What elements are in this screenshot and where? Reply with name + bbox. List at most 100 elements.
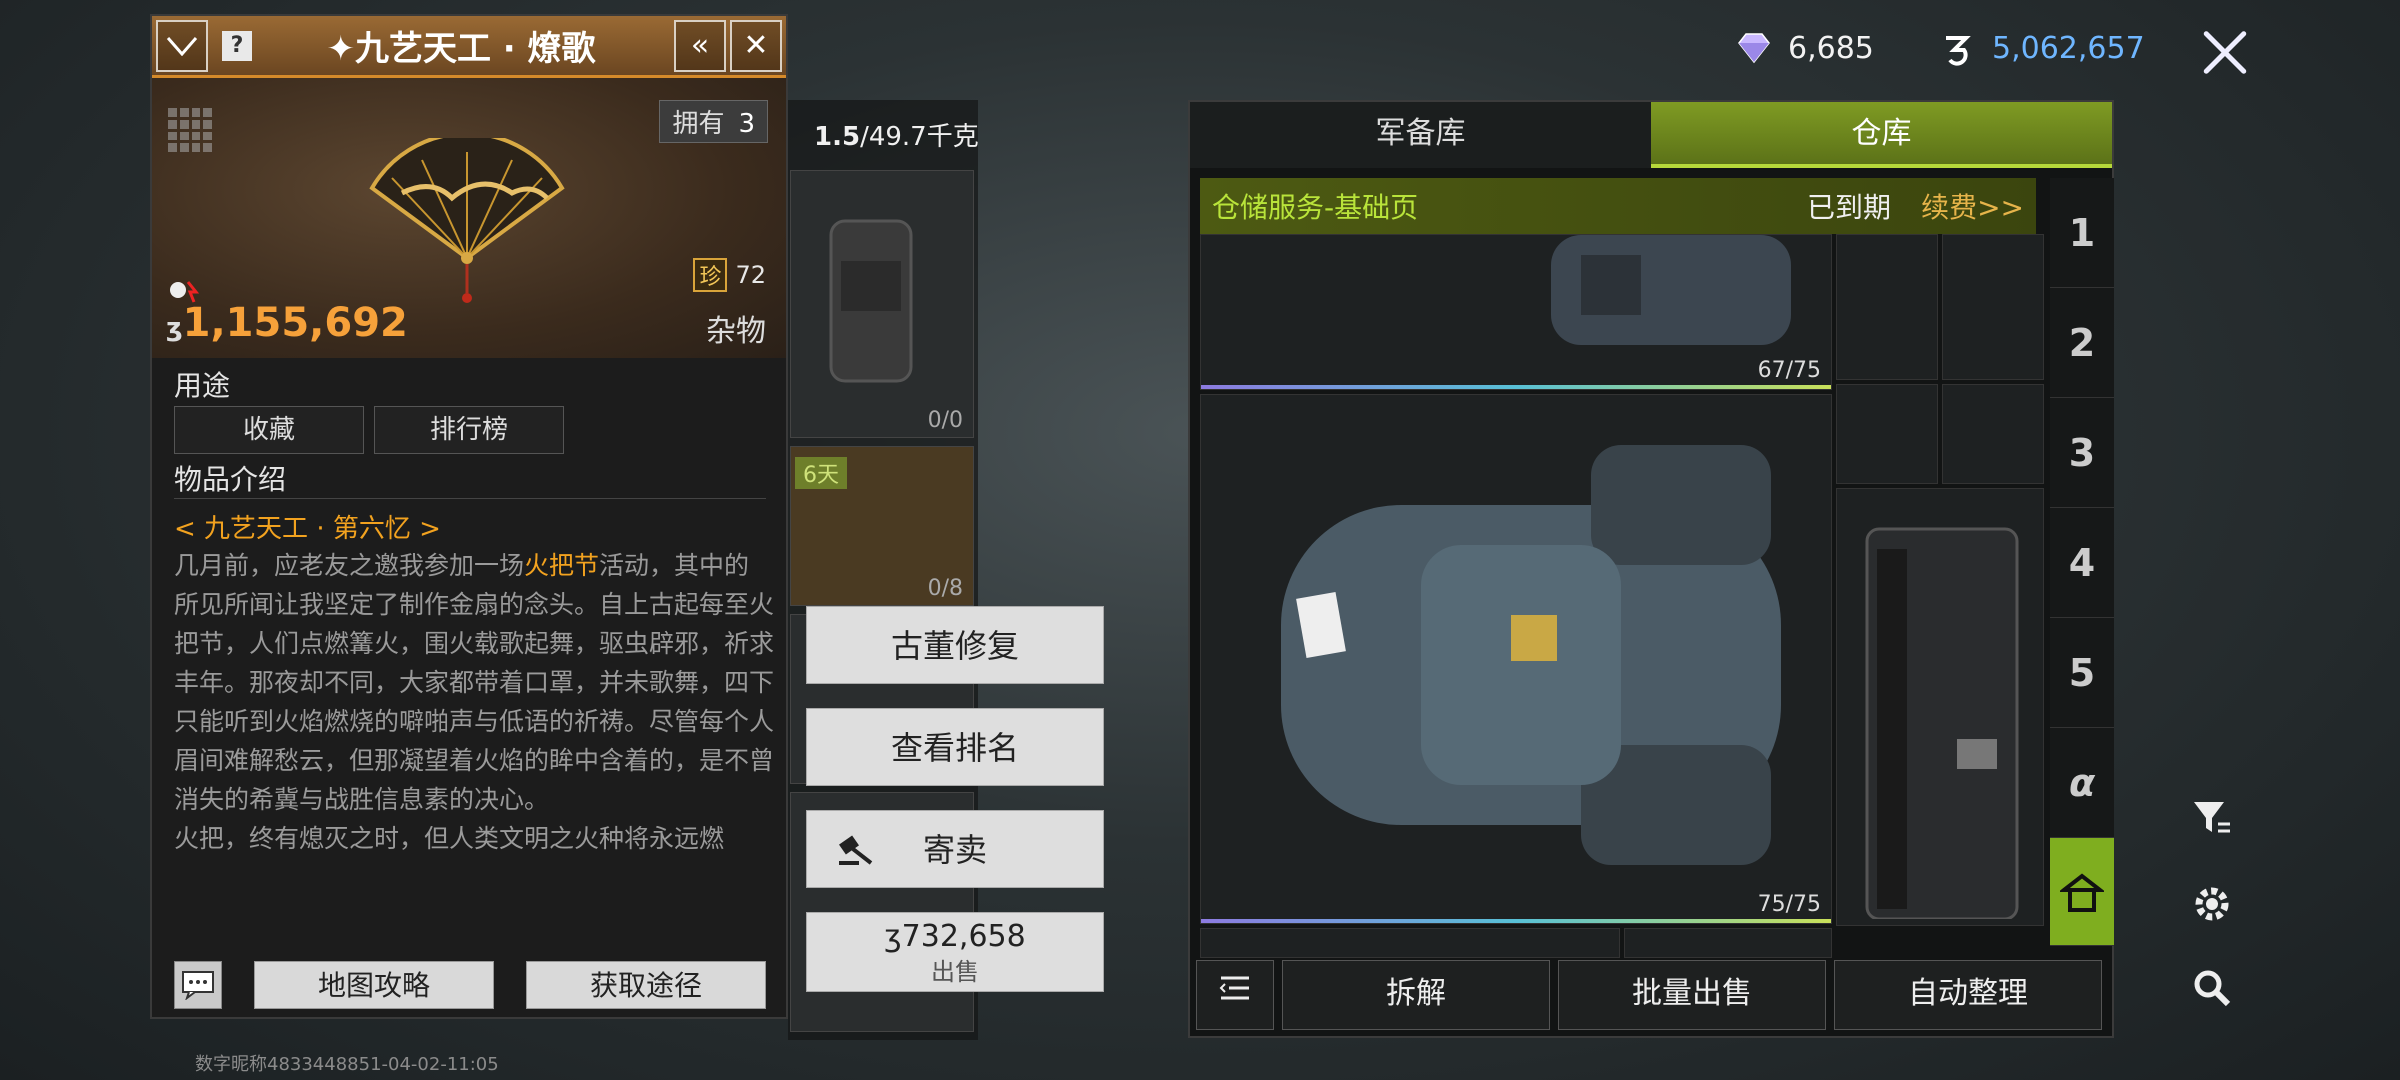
consign-label: 寄卖	[922, 831, 987, 869]
get-source-button[interactable]: 获取途径	[526, 961, 766, 1009]
intro-label: 物品介绍	[174, 458, 766, 499]
time-tag: 6天	[795, 457, 847, 489]
warehouse-home-icon	[2060, 872, 2104, 912]
warehouse-item-case[interactable]	[1836, 488, 2044, 926]
desc-part-1: 几月前，应老友之邀我参加一场	[174, 551, 525, 580]
use-label: 用途	[174, 369, 231, 402]
renew-link[interactable]: 续费>>	[1921, 186, 2024, 226]
tab-warehouse[interactable]: 仓库	[1651, 102, 2112, 168]
bag-durability: 67/75	[1757, 358, 1821, 383]
backpack-item-image	[829, 219, 913, 383]
list-icon	[1219, 976, 1249, 1000]
search-icon[interactable]	[2190, 966, 2234, 1010]
service-title: 仓储服务-基础页	[1212, 191, 1419, 224]
collapse-button[interactable]	[156, 19, 208, 72]
coin-icon: ʒ	[884, 919, 902, 954]
menu-button[interactable]	[1196, 960, 1274, 1030]
dismantle-button[interactable]: 拆解	[1282, 960, 1550, 1030]
page-tab-5[interactable]: 5	[2050, 618, 2114, 728]
sell-button[interactable]: ʒ732,658 出售	[806, 912, 1104, 992]
warehouse-tabs: 军备库 仓库	[1190, 102, 2112, 168]
gem-amount: 6,685	[1788, 30, 1874, 66]
warehouse-item-bag-1[interactable]: 67/75	[1200, 234, 1832, 390]
page-tab-1[interactable]: 1	[2050, 178, 2114, 288]
slot-count: 0/0	[927, 408, 963, 433]
owned-label: 拥有	[672, 109, 725, 139]
close-icon[interactable]	[2200, 28, 2250, 78]
item-price: ʒ1,155,692	[166, 300, 408, 346]
page-tab-3[interactable]: 3	[2050, 398, 2114, 508]
warehouse-cell[interactable]	[1942, 384, 2044, 484]
warehouse-cell[interactable]	[1836, 234, 1938, 380]
back-button[interactable]: «	[674, 19, 726, 72]
warehouse-footer: 拆解 批量出售 自动整理	[1196, 960, 2110, 1030]
chevron-down-icon	[166, 36, 198, 56]
page-tab-4[interactable]: 4	[2050, 508, 2114, 618]
help-button[interactable]: ?	[222, 30, 252, 61]
weight-current: 1.5	[814, 122, 861, 152]
sell-price: ʒ732,658	[807, 917, 1103, 957]
collect-button[interactable]: 收藏	[174, 406, 364, 454]
watermark: 数字昵称4833448851-04-02-11:05	[195, 1054, 499, 1075]
page-tab-2[interactable]: 2	[2050, 288, 2114, 398]
map-guide-button[interactable]: 地图攻略	[254, 961, 494, 1009]
desc-part-3: 火把，终有熄灭之时，但人类文明之火种将永远燃	[174, 824, 725, 853]
warehouse-page-tabs: 1 2 3 4 5 α	[2050, 178, 2114, 958]
view-ranking-button[interactable]: 查看排名	[806, 708, 1104, 786]
page-tab-home[interactable]	[2050, 838, 2114, 946]
warehouse-item-bag-2[interactable]: 75/75	[1200, 394, 1832, 924]
leaderboard-button[interactable]: 排行榜	[374, 406, 564, 454]
item-description: 几月前，应老友之邀我参加一场火把节活动，其中的所见所闻让我坚定了制作金扇的念头。…	[174, 546, 774, 876]
golden-fan-image	[369, 138, 565, 303]
sell-label: 出售	[931, 958, 979, 986]
coin-icon	[1946, 36, 1971, 66]
owned-badge: 拥有 3	[659, 100, 768, 143]
warehouse-cell[interactable]	[1836, 384, 1938, 484]
bag-image	[1551, 235, 1791, 345]
desc-highlight: 火把节	[524, 551, 600, 580]
item-category: 杂物	[706, 314, 766, 349]
page-tab-alpha[interactable]: α	[2050, 728, 2114, 838]
grid-size-icon	[168, 108, 212, 152]
mid-slot-1[interactable]: 0/0	[790, 170, 974, 438]
chapter-title: < 九艺天工 · 第六忆 >	[174, 514, 441, 544]
storage-service-bar: 仓储服务-基础页 已到期 续费>>	[1200, 178, 2036, 234]
slot-count: 0/8	[927, 576, 963, 601]
chat-button[interactable]	[174, 961, 222, 1009]
close-panel-button[interactable]: ✕	[730, 19, 782, 72]
warehouse-cell[interactable]	[1200, 928, 1620, 958]
coin-icon: ʒ	[166, 313, 183, 343]
item-hero: 拥有 3 ʒ1,155,692 珍 72 杂物	[152, 78, 786, 358]
item-price-value: 1,155,692	[182, 300, 408, 346]
gear-icon[interactable]	[2190, 882, 2234, 926]
consign-button[interactable]: 寄卖	[806, 810, 1104, 888]
weapon-case-image	[1865, 527, 2019, 919]
warehouse-cell[interactable]	[1942, 234, 2044, 380]
bulk-sell-button[interactable]: 批量出售	[1558, 960, 1826, 1030]
item-title: ✦九艺天工 · 燎歌	[326, 29, 596, 69]
weight-indicator: 1.5/49.7千克	[814, 116, 979, 153]
auto-sort-button[interactable]: 自动整理	[1834, 960, 2102, 1030]
coin-amount: 5,062,657	[1992, 30, 2145, 66]
warehouse-panel: 军备库 仓库 仓储服务-基础页 已到期 续费>> 67/75 75/75 1 2…	[1188, 100, 2114, 1038]
sell-price-value: 732,658	[901, 919, 1026, 954]
item-header: ? ✦九艺天工 · 燎歌 « ✕	[152, 16, 786, 78]
item-detail-panel: ? ✦九艺天工 · 燎歌 « ✕ 拥有 3 ʒ1,155,692 珍 72 杂物 用…	[150, 14, 788, 1019]
mid-slot-2[interactable]: 6天 0/8	[790, 446, 974, 606]
bag-durability: 75/75	[1757, 892, 1821, 917]
gem-icon	[1738, 33, 1770, 64]
item-title-text: 九艺天工 · 燎歌	[354, 29, 596, 69]
desc-part-2: 活动，其中的所见所闻让我坚定了制作金扇的念头。自上古起每至火把节，人们点燃篝火，…	[174, 551, 774, 814]
rarity-value: 72	[735, 261, 766, 289]
backpack-image	[1281, 445, 1781, 865]
gem-currency: 6,685	[1736, 30, 1874, 66]
antique-repair-button[interactable]: 古董修复	[806, 606, 1104, 684]
rarity: 珍 72	[693, 258, 766, 292]
coin-currency: 5,062,657	[1940, 30, 2145, 66]
filter-icon[interactable]	[2190, 796, 2234, 840]
tab-armory[interactable]: 军备库	[1190, 102, 1651, 168]
gavel-icon	[839, 835, 873, 865]
owned-count: 3	[738, 109, 755, 139]
chat-icon	[182, 971, 214, 1000]
warehouse-cell[interactable]	[1624, 928, 1832, 958]
